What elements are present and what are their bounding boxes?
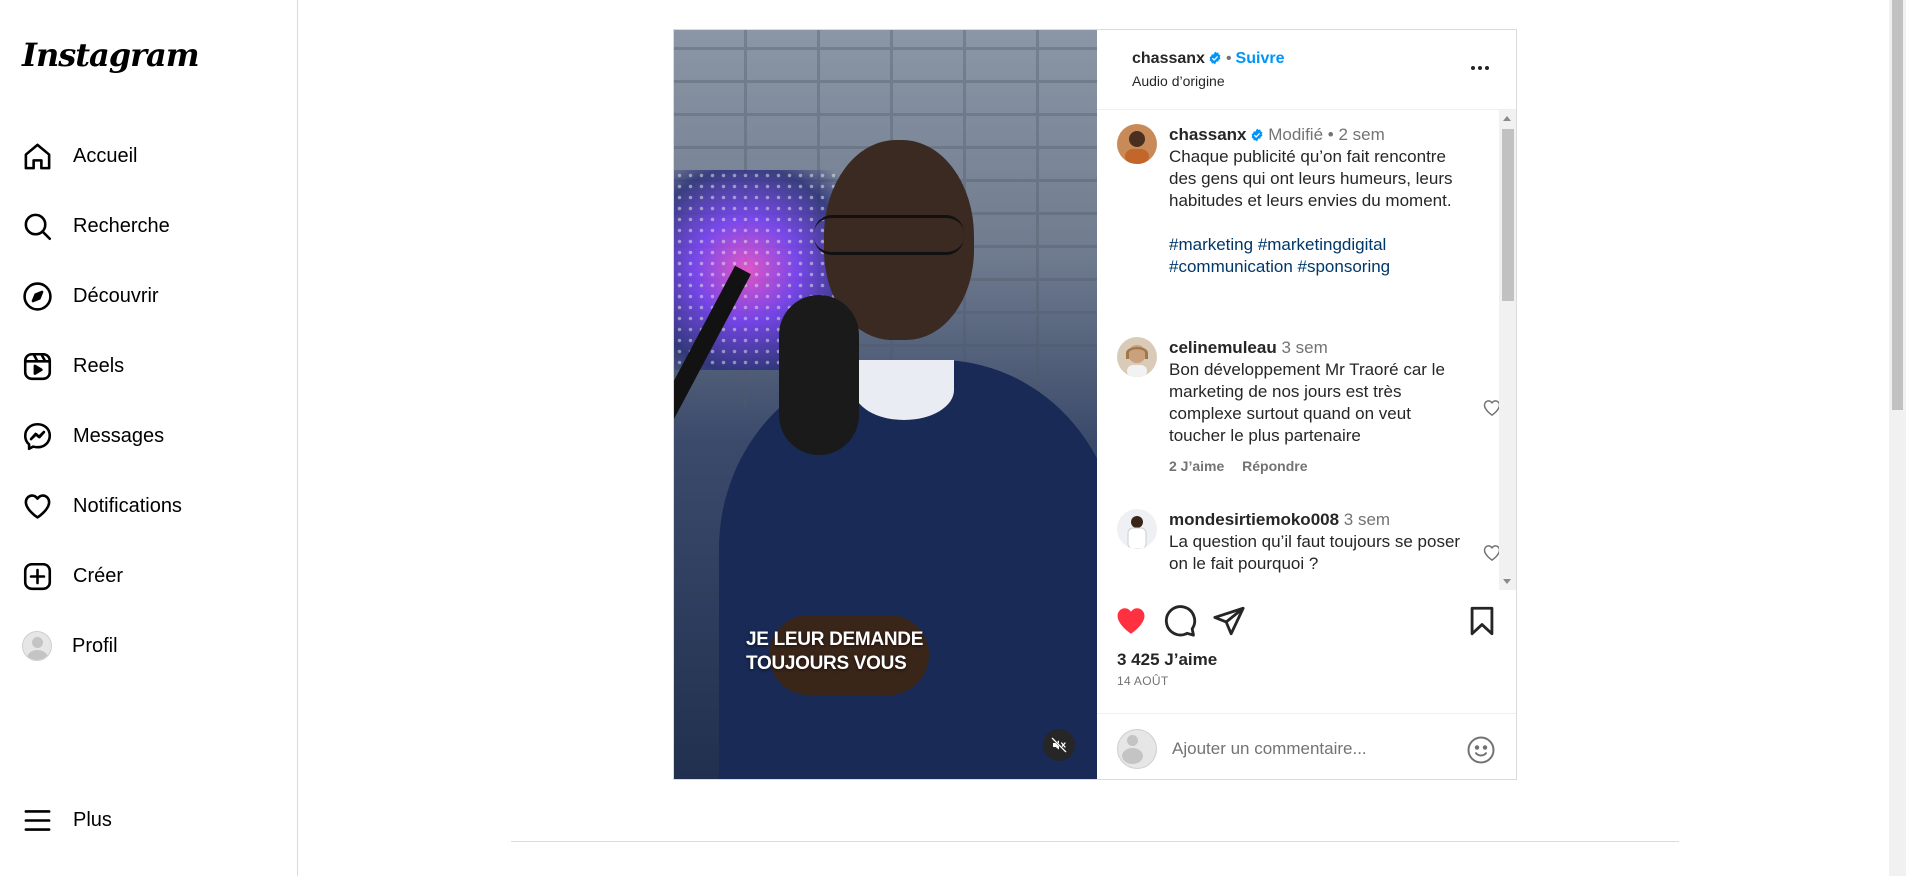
- post-dialog: JE LEUR DEMANDE TOUJOURS VOUS chassanx • S…: [673, 29, 1517, 780]
- verified-badge-icon: [1251, 128, 1262, 142]
- heart-icon: [24, 493, 51, 519]
- person-sweater: [719, 360, 1097, 779]
- post-caption: chassanx Modifié • 2 sem Chaque publicit…: [1117, 124, 1492, 278]
- profile-avatar: [22, 631, 52, 661]
- save-bookmark-icon[interactable]: [1465, 604, 1499, 638]
- sidebar-item-label: Découvrir: [73, 284, 159, 307]
- overlay-line-1: JE LEUR DEMANDE: [746, 629, 924, 650]
- post-actions-bar: [1117, 604, 1497, 640]
- sidebar-item-label: Recherche: [73, 214, 170, 237]
- comment-item: mondesirtiemoko008 3 sem La question qu’…: [1117, 509, 1501, 575]
- comment-timestamp[interactable]: 3 sem: [1344, 510, 1390, 529]
- reply-button[interactable]: Répondre: [1242, 458, 1307, 474]
- sidebar-item-home[interactable]: Accueil: [22, 134, 137, 178]
- sidebar-item-label: Profil: [72, 634, 118, 657]
- comment-bubble-icon[interactable]: [1163, 604, 1197, 638]
- original-audio-link[interactable]: Audio d’origine: [1132, 73, 1225, 89]
- emoji-icon[interactable]: [1466, 735, 1496, 765]
- comments-list[interactable]: chassanx Modifié • 2 sem Chaque publicit…: [1097, 110, 1516, 590]
- sidebar-item-label: Créer: [73, 564, 124, 587]
- sidebar-item-more[interactable]: Plus: [22, 798, 112, 842]
- sidebar-item-label: Reels: [73, 354, 125, 377]
- compass-icon: [23, 281, 52, 311]
- sidebar-item-profile[interactable]: Profil: [22, 624, 118, 668]
- scroll-down-arrow-icon[interactable]: [1503, 579, 1511, 584]
- reel-video[interactable]: JE LEUR DEMANDE TOUJOURS VOUS: [674, 30, 1097, 779]
- overlay-line-2: TOUJOURS VOUS: [746, 653, 907, 674]
- sidebar-item-search[interactable]: Recherche: [22, 204, 170, 248]
- comment-likes-link[interactable]: 2 J’aime: [1169, 458, 1224, 474]
- comments-scrollbar[interactable]: [1499, 110, 1516, 590]
- microphone: [779, 295, 859, 455]
- menu-icon: [24, 809, 51, 831]
- add-comment-bar: [1097, 713, 1516, 779]
- caption-timestamp[interactable]: 2 sem: [1338, 125, 1384, 144]
- verified-badge-icon: [1209, 51, 1221, 65]
- share-paper-plane-icon[interactable]: [1212, 604, 1246, 638]
- person-glasses: [814, 215, 964, 255]
- post-header: chassanx • Suivre Audio d’origine: [1097, 30, 1516, 110]
- commenter-username[interactable]: mondesirtiemoko008: [1169, 510, 1339, 529]
- home-icon: [24, 143, 51, 169]
- mute-button[interactable]: [1043, 729, 1075, 761]
- sidebar-item-reels[interactable]: Reels: [22, 344, 124, 388]
- scroll-up-arrow-icon[interactable]: [1503, 116, 1511, 121]
- sidebar-item-label: Plus: [73, 808, 112, 831]
- search-icon: [24, 213, 52, 240]
- caption-hashtags[interactable]: #marketing #marketingdigital #communicat…: [1169, 234, 1469, 278]
- author-username[interactable]: chassanx: [1132, 50, 1205, 67]
- post-date[interactable]: 14 AOÛT: [1117, 674, 1168, 688]
- more-options-button[interactable]: [1468, 56, 1492, 80]
- commenter-avatar[interactable]: [1117, 509, 1157, 549]
- current-user-avatar: [1117, 729, 1157, 769]
- author-avatar[interactable]: [1117, 124, 1157, 164]
- content-divider: [511, 841, 1679, 842]
- person-collar: [854, 360, 954, 420]
- comment-item: celinemuleau 3 sem Bon développement Mr …: [1117, 337, 1501, 477]
- page-scrollbar-thumb[interactable]: [1892, 0, 1903, 410]
- post-author-line: chassanx • Suivre: [1132, 50, 1284, 68]
- caption-username[interactable]: chassanx: [1169, 125, 1247, 144]
- sidebar-item-explore[interactable]: Découvrir: [22, 274, 159, 318]
- likes-count[interactable]: 3 425 J’aime: [1117, 650, 1217, 670]
- instagram-logo[interactable]: Instagram: [22, 36, 200, 74]
- sidebar: Instagram Accueil Recherche Découvrir Re…: [0, 0, 298, 876]
- muted-speaker-icon: [1051, 737, 1067, 753]
- separator-dot: •: [1225, 50, 1232, 67]
- sidebar-item-create[interactable]: Créer: [22, 554, 123, 598]
- sidebar-item-label: Notifications: [73, 494, 182, 517]
- comment-input[interactable]: [1172, 735, 1442, 763]
- sidebar-item-label: Accueil: [73, 144, 138, 167]
- post-side-panel: chassanx • Suivre Audio d’origine chassanx…: [1097, 30, 1516, 779]
- scrollbar-thumb[interactable]: [1502, 129, 1514, 301]
- commenter-username[interactable]: celinemuleau: [1169, 338, 1277, 357]
- follow-button[interactable]: Suivre: [1236, 50, 1285, 67]
- commenter-avatar[interactable]: [1117, 337, 1157, 377]
- sidebar-item-notifications[interactable]: Notifications: [22, 484, 182, 528]
- page-scrollbar[interactable]: [1889, 0, 1906, 876]
- sidebar-item-label: Messages: [73, 424, 165, 447]
- caption-text: Chaque publicité qu’on fait rencontre de…: [1169, 147, 1453, 210]
- more-horizontal-icon: [1471, 66, 1489, 70]
- comment-text: Bon développement Mr Traoré car le marke…: [1169, 360, 1445, 445]
- plus-square-icon: [23, 562, 52, 590]
- reels-icon: [23, 352, 52, 380]
- messenger-icon: [23, 422, 52, 450]
- video-caption-overlay: JE LEUR DEMANDE TOUJOURS VOUS: [746, 628, 923, 676]
- comment-timestamp[interactable]: 3 sem: [1281, 338, 1327, 357]
- separator-dot: •: [1327, 125, 1334, 144]
- edited-label: Modifié: [1268, 125, 1324, 144]
- comment-text: La question qu’il faut toujours se poser…: [1169, 532, 1461, 573]
- liked-heart-icon[interactable]: [1114, 604, 1148, 638]
- sidebar-item-messages[interactable]: Messages: [22, 414, 164, 458]
